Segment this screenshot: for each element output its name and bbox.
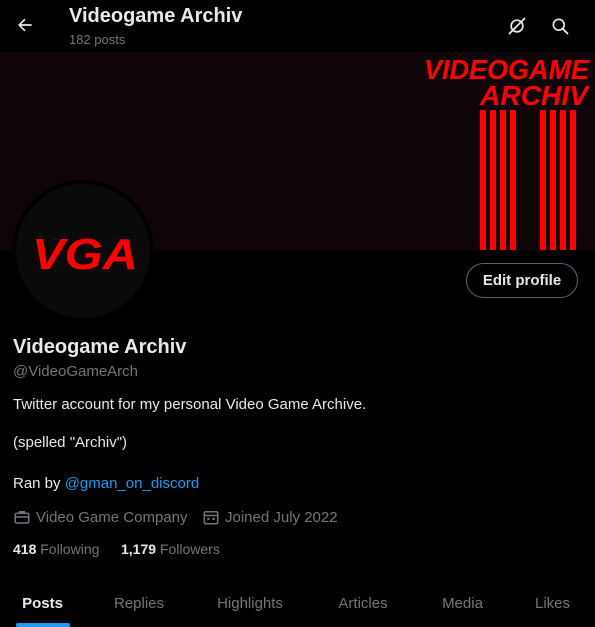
avatar[interactable]: VGA [12,180,154,322]
profile-handle: @VideoGameArch [13,363,139,380]
following-label: Following [40,541,100,557]
svg-text:ARCHIV: ARCHIV [479,80,590,111]
profile-display-name: Videogame Archiv [13,336,187,358]
grok-button[interactable] [500,9,534,43]
tab-media[interactable]: Media [420,580,505,627]
briefcase-icon [13,508,31,526]
tab-label: Articles [338,595,388,612]
svg-text:VGA: VGA [32,230,138,279]
following-link[interactable]: 418 Following [13,541,99,557]
tab-label: Highlights [217,595,283,612]
bio-text-spelled: (spelled "Archiv") [13,434,128,451]
joined-label: Joined July 2022 [225,508,338,526]
bio-ran-by-label: Ran by [13,475,65,492]
profile-category: Video Game Company [13,508,187,526]
tab-highlights[interactable]: Highlights [200,580,300,627]
search-icon [552,18,569,35]
back-button[interactable] [8,8,42,42]
search-button[interactable] [543,9,577,43]
tab-likes[interactable]: Likes [515,580,590,627]
followers-label: Followers [159,541,220,557]
profile-tabs: Posts Replies Highlights Articles Media … [0,580,595,627]
arrow-left-icon [18,18,32,32]
tab-label: Media [442,595,483,612]
calendar-icon [202,508,220,526]
profile-page: Videogame Archiv 182 posts VIDEOGAME ARC… [0,0,595,627]
header-bar: Videogame Archiv 182 posts [0,0,595,52]
page-title: Videogame Archiv [69,5,243,27]
category-label: Video Game Company [36,508,188,526]
tab-label: Replies [113,595,165,612]
tab-articles[interactable]: Articles [318,580,408,627]
followers-count: 1,179 [121,541,157,557]
tab-label: Posts [22,595,63,612]
mention-link[interactable]: @gman_on_discord [65,475,199,492]
tab-replies[interactable]: Replies [95,580,183,627]
tab-posts[interactable]: Posts [0,580,85,627]
edit-profile-button[interactable]: Edit profile [466,263,578,298]
following-count: 418 [13,541,37,557]
bio-text-ran-by: Ran by @gman_on_discord [13,475,199,492]
grok-icon [508,17,526,35]
post-count: 182 posts [69,32,126,47]
vga-logo-image: VGA [16,184,150,318]
profile-joined: Joined July 2022 [202,508,338,526]
bio-text: Twitter account for my personal Video Ga… [13,396,367,413]
active-tab-indicator [15,623,70,627]
followers-link[interactable]: 1,179 Followers [121,541,220,557]
tab-label: Likes [534,595,571,612]
